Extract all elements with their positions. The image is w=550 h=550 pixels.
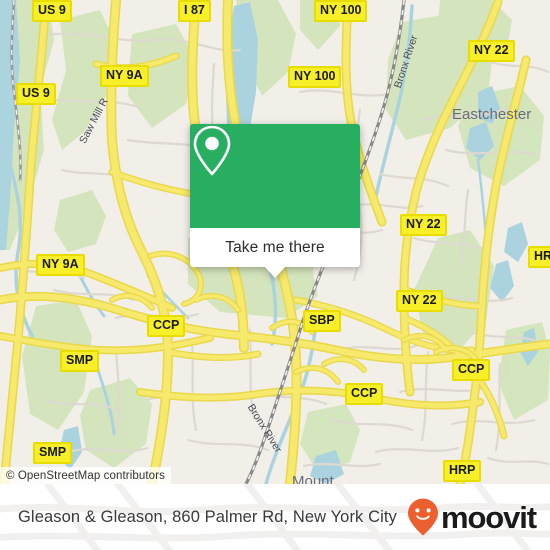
road-shield-smp: SMP [33,442,73,464]
road-shield-hrp: HRP [443,460,482,482]
location-popup[interactable]: Take me there [190,124,360,278]
location-title: Gleason & Gleason, 860 Palmer Rd, New Yo… [18,507,397,526]
map-canvas[interactable]: US 9 I 87 NY 100 NY 22 NY 9A NY 100 US 9 NY 22 N… [0,0,550,484]
moovit-wordmark: moovit [440,499,537,535]
road-shield-i-87: I 87 [178,0,211,22]
map-pin-icon [193,125,231,176]
road-shield-ccp: CCP [452,359,491,381]
popup-tail [264,266,286,278]
road-shield-sbp: SBP [303,310,341,332]
road-shield-ny-22: NY 22 [396,290,443,312]
road-shield-ny-100: NY 100 [314,0,368,22]
road-shield-ccp: CCP [147,315,186,337]
footer-bar: Gleason & Gleason, 860 Palmer Rd, New Yo… [0,484,550,550]
popup-image-area [190,124,360,228]
moovit-pin-smiley-icon [407,498,438,536]
moovit-logo[interactable]: moovit [406,497,537,537]
map-attribution[interactable]: © OpenStreetMap contributors [0,467,171,484]
road-shield-ny-22: NY 22 [400,214,447,236]
place-label-eastchester: Eastchester [452,106,532,123]
road-shield-ny-22: NY 22 [468,40,515,62]
road-shield-ny-9a: NY 9A [36,254,85,276]
take-me-there-label: Take me there [225,238,325,256]
road-shield-us-9: US 9 [16,83,56,105]
road-shield-ny-100: NY 100 [288,66,342,88]
place-label-mount: Mount [292,473,334,484]
road-shield-ny-9a: NY 9A [100,65,149,87]
road-shield-smp: SMP [60,350,100,372]
attribution-text: © OpenStreetMap contributors [6,469,165,482]
moovit-map-screenshot: US 9 I 87 NY 100 NY 22 NY 9A NY 100 US 9 NY 22 N… [0,0,550,550]
road-shield-hrp: HRP [528,246,550,268]
popup-action-bar[interactable]: Take me there [190,228,360,278]
road-shield-us-9: US 9 [32,0,72,22]
road-shield-ccp: CCP [345,383,384,405]
